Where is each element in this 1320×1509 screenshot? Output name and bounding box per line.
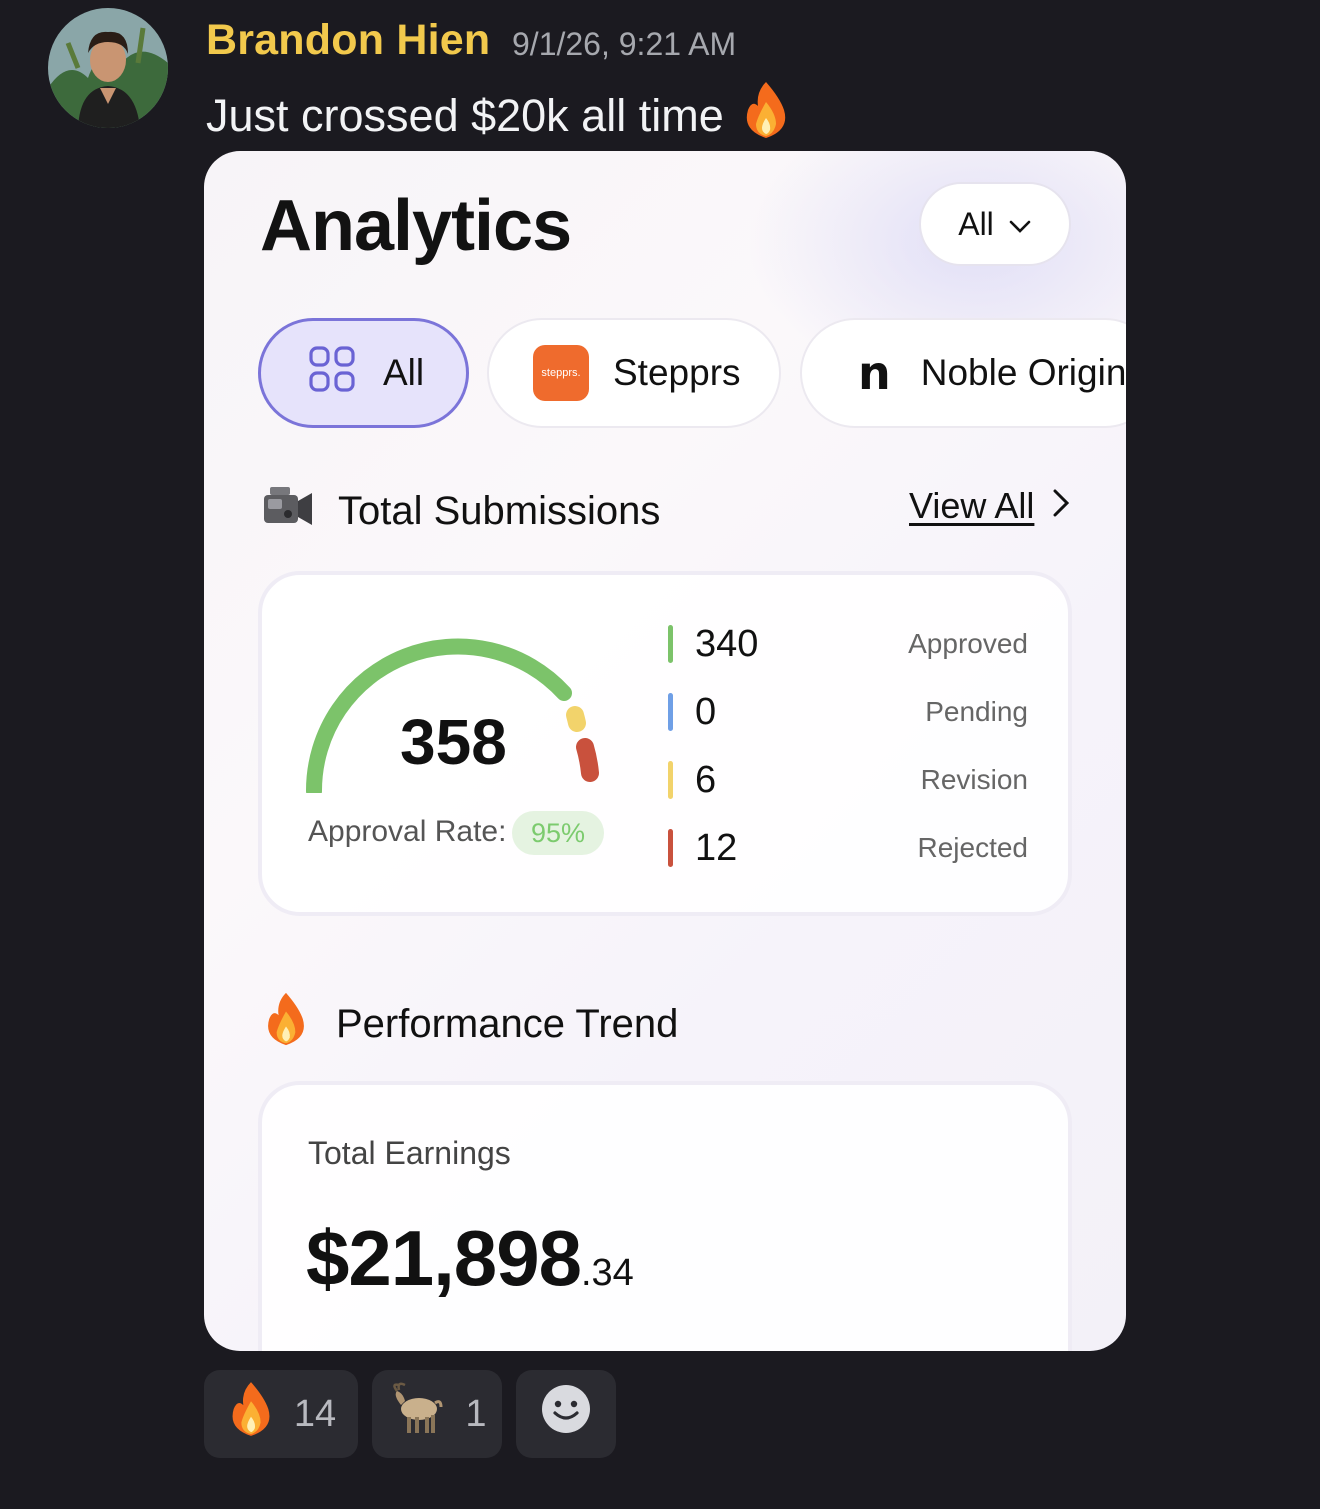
message-text-row: Just crossed $20k all time — [206, 80, 792, 151]
filter-label: All — [958, 205, 994, 242]
message-timestamp: 9/1/26, 9:21 AM — [512, 26, 737, 62]
gauge-rejected-arc — [576, 738, 599, 782]
reactions-bar: 14 1 — [204, 1370, 616, 1458]
grid-icon — [309, 345, 355, 401]
reaction-fire[interactable]: 14 — [204, 1370, 358, 1458]
earnings-label: Total Earnings — [308, 1135, 511, 1171]
performance-header: Performance Trend — [260, 991, 678, 1057]
earnings-panel: Total Earnings $21,898.34 — [258, 1081, 1072, 1351]
submissions-header: Total Submissions — [260, 481, 660, 541]
submissions-title: Total Submissions — [338, 488, 661, 533]
fire-icon — [740, 80, 792, 151]
stat-revision-bar — [668, 761, 673, 799]
reaction-fire-count: 14 — [293, 1392, 337, 1435]
message-author[interactable]: Brandon Hien — [206, 16, 490, 65]
tab-all[interactable]: All — [258, 318, 469, 428]
stat-approved-bar — [668, 625, 673, 663]
fire-icon — [260, 991, 312, 1057]
stat-pending: 0 Pending — [668, 687, 1028, 737]
tab-noble-origins[interactable]: n Noble Origins — [800, 318, 1126, 428]
chevron-right-icon — [1052, 485, 1070, 527]
stat-approved-value: 340 — [695, 622, 759, 665]
message-text: Just crossed $20k all time — [206, 89, 724, 141]
add-reaction-icon — [540, 1383, 592, 1445]
approval-rate-badge: 95% — [512, 811, 604, 855]
tab-all-label: All — [383, 352, 425, 393]
approval-rate-label: Approval Rate: — [308, 815, 507, 848]
stat-rejected-value: 12 — [695, 826, 738, 869]
submissions-total: 358 — [400, 706, 507, 778]
stat-rejected-bar — [668, 829, 673, 867]
noble-origins-logo: n — [858, 346, 891, 400]
performance-title: Performance Trend — [336, 1001, 679, 1046]
stat-rejected: 12 Rejected — [668, 823, 1028, 873]
analytics-screenshot[interactable]: Analytics All All stepprs. Stepprs n Nob… — [204, 151, 1126, 1351]
chevron-down-icon — [1008, 206, 1032, 243]
fire-icon — [226, 1378, 276, 1450]
stat-pending-bar — [668, 693, 673, 731]
earnings-main: $21,898 — [306, 1214, 582, 1302]
gauge-revision-arc — [566, 706, 586, 732]
tab-noble-origins-label: Noble Origins — [920, 352, 1126, 393]
earnings-amount: $21,898.34 — [306, 1213, 634, 1304]
stat-revision-label: Revision — [920, 764, 1028, 795]
stat-revision: 6 Revision — [668, 755, 1028, 805]
view-all-label: View All — [909, 485, 1035, 526]
tab-stepprs[interactable]: stepprs. Stepprs — [487, 318, 781, 428]
stat-approved-label: Approved — [908, 628, 1028, 659]
goat-icon — [387, 1381, 447, 1447]
reaction-goat[interactable]: 1 — [372, 1370, 502, 1458]
stat-pending-value: 0 — [695, 690, 717, 733]
avatar[interactable] — [48, 8, 168, 128]
add-reaction-button[interactable] — [516, 1370, 616, 1458]
stat-revision-value: 6 — [695, 758, 717, 801]
tab-stepprs-label: Stepprs — [613, 352, 741, 393]
reaction-goat-count: 1 — [465, 1392, 487, 1435]
video-camera-icon — [260, 481, 314, 541]
page-title: Analytics — [260, 186, 572, 266]
stepprs-logo: stepprs. — [533, 345, 589, 401]
view-all-link[interactable]: View All — [909, 485, 1070, 527]
stat-approved: 340 Approved — [668, 619, 1028, 669]
filter-dropdown[interactable]: All — [919, 182, 1071, 266]
stat-rejected-label: Rejected — [917, 832, 1028, 863]
submissions-panel: 358 Approval Rate: 95% 340 Approved 0 Pe… — [258, 571, 1072, 916]
earnings-cents: .34 — [580, 1252, 634, 1294]
stat-pending-label: Pending — [925, 696, 1028, 727]
